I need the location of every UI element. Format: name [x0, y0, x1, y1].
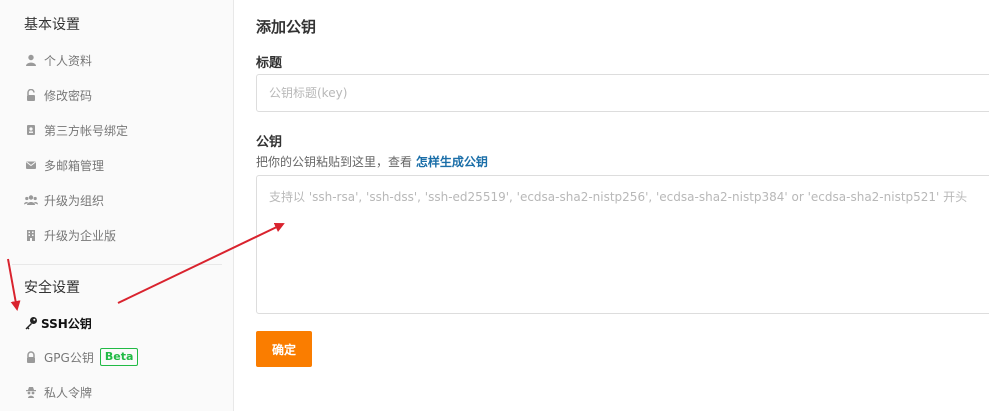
main-content: 添加公钥 标题 公钥 把你的公钥粘贴到这里，查看 怎样生成公钥 确定 [234, 0, 989, 411]
id-card-icon [24, 123, 38, 137]
sidebar-item-label: 第三方帐号绑定 [44, 123, 129, 138]
sidebar-item-change-password[interactable]: 修改密码 [24, 83, 92, 107]
user-icon [24, 53, 38, 67]
spy-icon [24, 385, 38, 399]
group-icon [24, 193, 38, 207]
building-icon [24, 228, 38, 242]
key-field-label: 公钥 [256, 135, 283, 150]
key-icon [24, 316, 38, 330]
sidebar-item-ssh-keys[interactable]: SSH公钥 [24, 311, 92, 335]
how-to-generate-key-link[interactable]: 怎样生成公钥 [416, 155, 488, 169]
sidebar-item-gpg-keys[interactable]: GPG公钥 Beta [24, 345, 139, 369]
public-key-textarea[interactable] [256, 175, 989, 314]
sidebar-divider [12, 264, 222, 265]
lock-icon [24, 350, 38, 364]
security-settings-title: 安全设置 [24, 280, 80, 296]
settings-sidebar: 基本设置 个人资料 修改密码 第三方帐号绑定 多邮箱管理 升级为组织 升级为企业… [0, 0, 234, 411]
key-title-input[interactable] [256, 74, 989, 112]
sidebar-item-label: GPG公钥 [44, 350, 94, 365]
sidebar-item-label: SSH公钥 [41, 316, 92, 331]
page-title: 添加公钥 [256, 18, 317, 36]
sidebar-item-third-party[interactable]: 第三方帐号绑定 [24, 118, 128, 142]
beta-badge: Beta [99, 348, 139, 366]
envelope-icon [24, 158, 38, 172]
basic-settings-title: 基本设置 [24, 17, 80, 33]
sidebar-item-label: 升级为组织 [44, 193, 105, 208]
sidebar-item-label: 修改密码 [44, 88, 93, 103]
sidebar-item-upgrade-org[interactable]: 升级为组织 [24, 188, 104, 212]
sidebar-item-label: 个人资料 [44, 53, 93, 68]
sidebar-item-upgrade-enterprise[interactable]: 升级为企业版 [24, 223, 116, 247]
sidebar-item-profile[interactable]: 个人资料 [24, 48, 92, 72]
sidebar-item-label: 多邮箱管理 [44, 158, 105, 173]
unlock-icon [24, 88, 38, 102]
hint-text: 把你的公钥粘贴到这里，查看 [256, 155, 413, 169]
sidebar-item-label: 私人令牌 [44, 385, 93, 400]
key-field-hint: 把你的公钥粘贴到这里，查看 怎样生成公钥 [256, 153, 488, 170]
confirm-button[interactable]: 确定 [256, 331, 312, 367]
title-field-label: 标题 [256, 56, 283, 71]
sidebar-item-label: 升级为企业版 [44, 228, 117, 243]
sidebar-item-emails[interactable]: 多邮箱管理 [24, 153, 104, 177]
sidebar-item-private-tokens[interactable]: 私人令牌 [24, 380, 92, 404]
